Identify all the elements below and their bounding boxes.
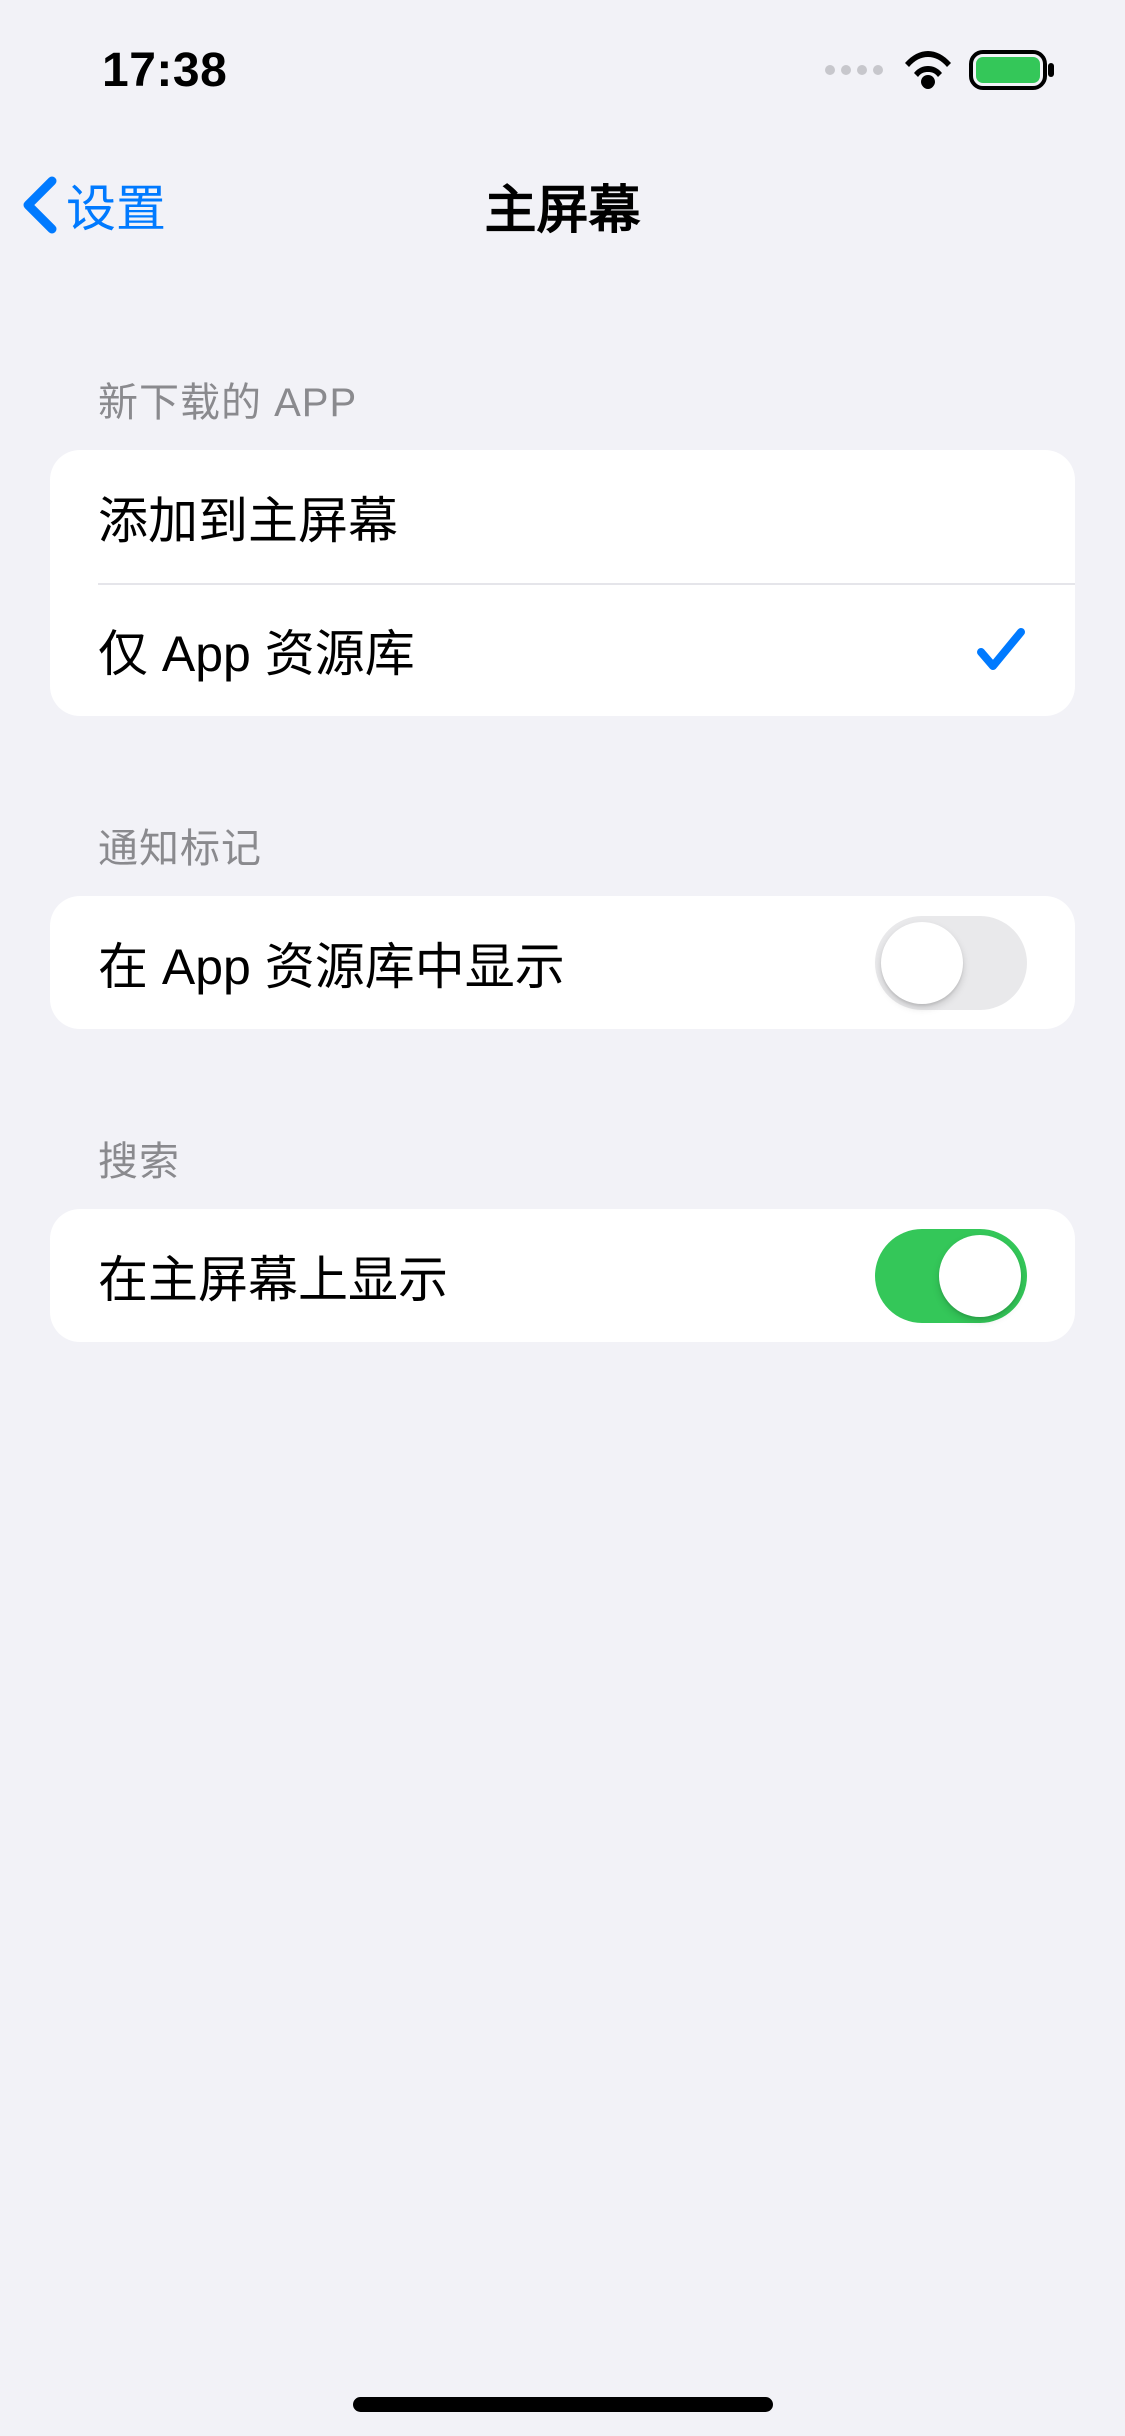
- chevron-left-icon: [20, 175, 58, 235]
- toggle-show-on-home[interactable]: [875, 1229, 1027, 1323]
- section-header-search: 搜索: [50, 1129, 1075, 1209]
- group-badges: 在 App 资源库中显示: [50, 896, 1075, 1029]
- section-header-badges: 通知标记: [50, 816, 1075, 896]
- toggle-knob: [939, 1235, 1021, 1317]
- option-label: 添加到主屏幕: [98, 481, 398, 553]
- status-indicators: [825, 50, 1055, 90]
- toggle-show-in-library[interactable]: [875, 916, 1027, 1010]
- row-show-on-home: 在主屏幕上显示: [50, 1209, 1075, 1342]
- toggle-knob: [881, 922, 963, 1004]
- row-label: 在主屏幕上显示: [98, 1240, 448, 1312]
- page-title: 主屏幕: [484, 168, 640, 243]
- home-indicator[interactable]: [353, 2397, 773, 2412]
- checkmark-icon: [975, 626, 1027, 674]
- group-new-apps: 添加到主屏幕 仅 App 资源库: [50, 450, 1075, 716]
- option-app-library-only[interactable]: 仅 App 资源库: [50, 583, 1075, 716]
- status-time: 17:38: [102, 43, 227, 98]
- group-search: 在主屏幕上显示: [50, 1209, 1075, 1342]
- section-new-apps: 新下载的 APP 添加到主屏幕 仅 App 资源库: [50, 370, 1075, 716]
- option-add-to-home[interactable]: 添加到主屏幕: [50, 450, 1075, 583]
- wifi-icon: [903, 51, 953, 89]
- section-header-new-apps: 新下载的 APP: [50, 370, 1075, 450]
- cellular-icon: [825, 65, 883, 75]
- status-bar: 17:38: [0, 0, 1125, 140]
- section-search: 搜索 在主屏幕上显示: [50, 1129, 1075, 1342]
- content: 新下载的 APP 添加到主屏幕 仅 App 资源库 通知标记 在 App 资源库…: [0, 370, 1125, 1342]
- battery-icon: [969, 50, 1055, 90]
- section-badges: 通知标记 在 App 资源库中显示: [50, 816, 1075, 1029]
- back-button[interactable]: 设置: [20, 169, 166, 241]
- option-label: 仅 App 资源库: [98, 614, 415, 686]
- row-label: 在 App 资源库中显示: [98, 927, 565, 999]
- row-show-in-library: 在 App 资源库中显示: [50, 896, 1075, 1029]
- nav-bar: 设置 主屏幕: [0, 140, 1125, 270]
- back-label: 设置: [66, 169, 166, 241]
